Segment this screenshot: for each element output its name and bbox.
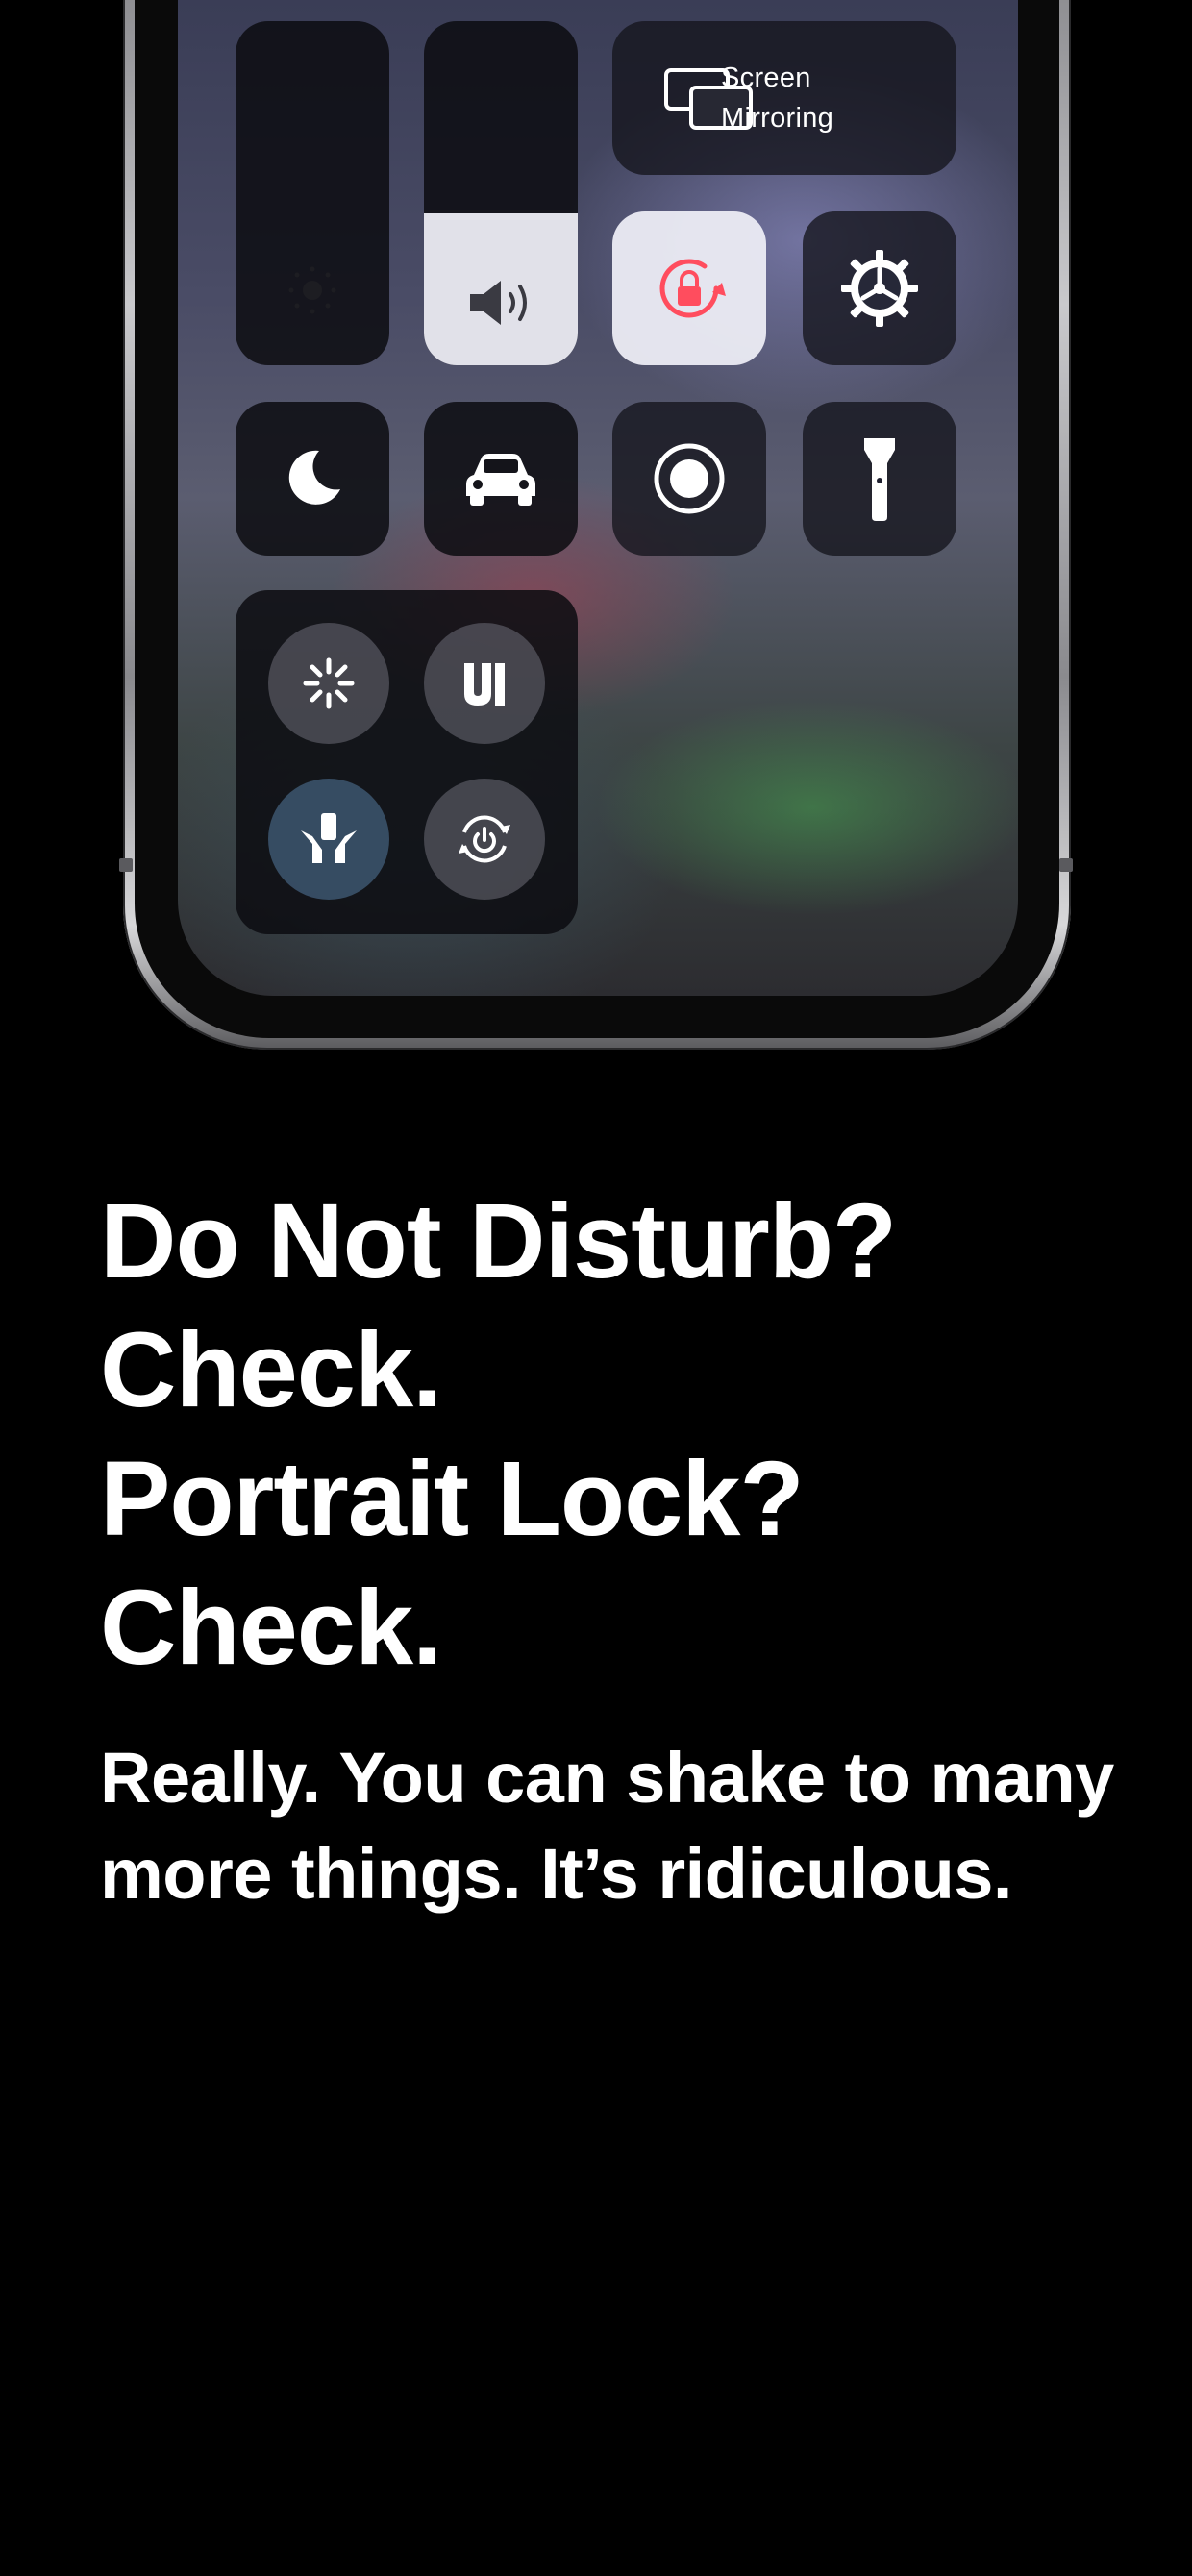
screen-mirroring-label-line1: Screen <box>721 62 811 93</box>
control-center-screen: Screen Mirroring <box>178 0 1018 996</box>
do-not-disturb-button[interactable] <box>236 402 389 556</box>
activity-icon <box>303 657 355 709</box>
brightness-icon <box>288 266 336 314</box>
ui-icon <box>464 663 505 706</box>
headline: Do Not Disturb? Check. Portrait Lock? Ch… <box>100 1177 897 1693</box>
screen-record-button[interactable] <box>612 402 766 556</box>
page: Screen Mirroring Do Not Disturb? Check. … <box>0 0 1192 2576</box>
phone-side-button-right <box>1059 858 1073 872</box>
speaker-icon <box>470 281 527 325</box>
module-button-activity[interactable] <box>268 623 389 744</box>
power-rotate-icon <box>459 815 510 863</box>
volume-slider[interactable] <box>424 21 578 365</box>
subheadline-line-2: more things. It’s ridiculous. <box>100 1834 1012 1914</box>
flashlight-icon <box>864 438 895 521</box>
subheadline-line-1: Really. You can shake to many <box>100 1738 1114 1818</box>
hands-phone-icon <box>301 813 357 863</box>
portrait-lock-button[interactable] <box>612 211 766 365</box>
module-button-hands[interactable] <box>268 779 389 900</box>
screen-mirroring-label: Screen Mirroring <box>721 58 833 138</box>
headline-line-2: Check. <box>100 1311 442 1429</box>
moon-icon <box>288 450 340 505</box>
headline-line-4: Check. <box>100 1569 442 1687</box>
subheadline: Really. You can shake to many more thing… <box>100 1730 1114 1922</box>
gear-icon <box>841 250 918 327</box>
screen-mirroring-label-line2: Mirroring <box>721 103 834 134</box>
rotation-lock-icon <box>659 259 726 318</box>
driving-mode-button[interactable] <box>424 402 578 556</box>
connectivity-module <box>236 590 578 934</box>
flashlight-button[interactable] <box>803 402 956 556</box>
module-button-ui[interactable] <box>424 623 545 744</box>
phone-side-button-left <box>119 858 133 872</box>
brightness-slider[interactable] <box>236 21 389 365</box>
module-button-power[interactable] <box>424 779 545 900</box>
headline-line-3: Portrait Lock? <box>100 1440 805 1558</box>
headline-line-1: Do Not Disturb? <box>100 1182 897 1300</box>
car-icon <box>466 454 535 506</box>
settings-button[interactable] <box>803 211 956 365</box>
record-icon <box>654 443 725 514</box>
